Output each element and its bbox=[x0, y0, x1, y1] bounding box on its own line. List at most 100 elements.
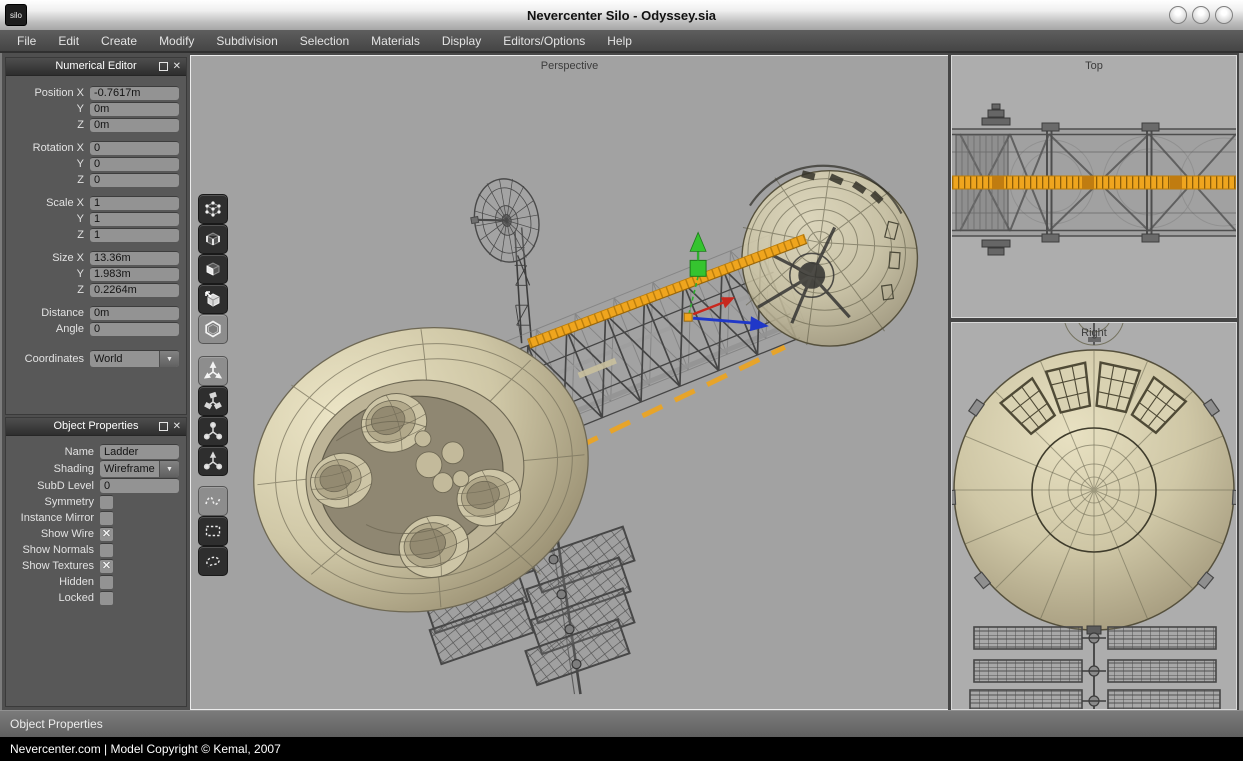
field-label: Y bbox=[10, 213, 90, 225]
size-z-field[interactable]: 0.2264m bbox=[90, 283, 179, 297]
field-label: Distance bbox=[10, 307, 90, 319]
window-title: Nevercenter Silo - Odyssey.sia bbox=[0, 8, 1243, 23]
multi-mode-button[interactable] bbox=[198, 284, 228, 314]
field-label: Name bbox=[10, 446, 100, 458]
size-y-field[interactable]: 1.983m bbox=[90, 267, 179, 281]
axis-y-arrow bbox=[690, 232, 706, 251]
field-label: Z bbox=[10, 229, 90, 241]
field-label: Position X bbox=[10, 87, 90, 99]
rotate-tool-button[interactable] bbox=[198, 386, 228, 416]
silo-app-window: silo Nevercenter Silo - Odyssey.sia File… bbox=[0, 0, 1243, 761]
paint-select-button[interactable] bbox=[198, 486, 228, 516]
top-viewport[interactable]: Top bbox=[951, 55, 1237, 318]
panel-maximize-icon[interactable] bbox=[159, 62, 168, 71]
menu-subdivision[interactable]: Subdivision bbox=[205, 34, 288, 48]
show-normals-checkbox[interactable] bbox=[100, 543, 113, 557]
window-button-2[interactable] bbox=[1192, 6, 1210, 24]
panel-close-icon[interactable]: ✕ bbox=[173, 422, 181, 432]
rotation-y-field[interactable]: 0 bbox=[90, 157, 179, 171]
field-label: Show Normals bbox=[10, 544, 100, 556]
object-properties-panel: Object Properties ✕ NameLadder Shading W… bbox=[5, 417, 187, 707]
solar-array-right-view bbox=[970, 627, 1220, 709]
hidden-checkbox[interactable] bbox=[100, 575, 113, 589]
face-mode-button[interactable] bbox=[198, 254, 228, 284]
window-button-1[interactable] bbox=[1169, 6, 1187, 24]
status-text: Object Properties bbox=[10, 717, 103, 731]
antenna-dish bbox=[465, 174, 545, 268]
object-properties-header[interactable]: Object Properties ✕ bbox=[6, 418, 186, 436]
status-bar: Object Properties bbox=[0, 710, 1243, 737]
numerical-editor-panel: Numerical Editor ✕ Position X-0.7617m Y0… bbox=[5, 57, 187, 415]
field-label: Locked bbox=[10, 592, 100, 604]
object-name-field[interactable]: Ladder bbox=[100, 444, 179, 459]
menu-edit[interactable]: Edit bbox=[47, 34, 90, 48]
field-label: Size X bbox=[10, 252, 90, 264]
menu-help[interactable]: Help bbox=[596, 34, 643, 48]
rotation-z-field[interactable]: 0 bbox=[90, 173, 179, 187]
manipulator-origin-handle bbox=[684, 313, 692, 321]
field-label: Rotation X bbox=[10, 142, 90, 154]
vertex-mode-button[interactable] bbox=[198, 194, 228, 224]
menu-create[interactable]: Create bbox=[90, 34, 148, 48]
position-y-field[interactable]: 0m bbox=[90, 102, 179, 116]
scale-z-field[interactable]: 1 bbox=[90, 228, 179, 242]
shading-dropdown[interactable]: Wireframe ▼ bbox=[100, 460, 179, 477]
field-label: Y bbox=[10, 103, 90, 115]
edge-mode-button[interactable] bbox=[198, 224, 228, 254]
field-label: Z bbox=[10, 284, 90, 296]
instance-mirror-checkbox[interactable] bbox=[100, 511, 113, 525]
title-bar: silo Nevercenter Silo - Odyssey.sia bbox=[0, 0, 1243, 31]
field-label: SubD Level bbox=[10, 480, 100, 492]
angle-field[interactable]: 0 bbox=[90, 322, 179, 336]
chevron-down-icon[interactable]: ▼ bbox=[159, 351, 179, 367]
panel-maximize-icon[interactable] bbox=[159, 422, 168, 431]
menu-materials[interactable]: Materials bbox=[360, 34, 431, 48]
copyright-bar: Nevercenter.com | Model Copyright © Kema… bbox=[0, 737, 1243, 761]
field-label: Scale X bbox=[10, 197, 90, 209]
menu-display[interactable]: Display bbox=[431, 34, 492, 48]
menu-bar: File Edit Create Modify Subdivision Sele… bbox=[0, 30, 1243, 53]
scale-y-field[interactable]: 1 bbox=[90, 212, 179, 226]
field-label: Y bbox=[10, 158, 90, 170]
position-z-field[interactable]: 0m bbox=[90, 118, 179, 132]
show-wire-checkbox[interactable]: ✕ bbox=[100, 527, 113, 541]
window-button-3[interactable] bbox=[1215, 6, 1233, 24]
move-tool-button[interactable] bbox=[198, 356, 228, 386]
axis-y-handle bbox=[690, 260, 706, 276]
universal-tool-button[interactable] bbox=[198, 446, 228, 476]
coordinates-label: Coordinates bbox=[10, 353, 90, 365]
symmetry-checkbox[interactable] bbox=[100, 495, 113, 509]
scale-tool-button[interactable] bbox=[198, 416, 228, 446]
panel-close-icon[interactable]: ✕ bbox=[173, 62, 181, 72]
subd-level-field[interactable]: 0 bbox=[100, 478, 179, 493]
position-x-field[interactable]: -0.7617m bbox=[90, 86, 179, 100]
menu-selection[interactable]: Selection bbox=[289, 34, 360, 48]
spacecraft-top-scene bbox=[952, 56, 1236, 317]
spacecraft-right-scene bbox=[952, 323, 1236, 709]
menu-modify[interactable]: Modify bbox=[148, 34, 205, 48]
perspective-viewport[interactable]: Perspective bbox=[190, 55, 948, 710]
field-label: Z bbox=[10, 174, 90, 186]
lasso-select-button[interactable] bbox=[198, 546, 228, 576]
field-label: Show Wire bbox=[10, 528, 100, 540]
right-viewport[interactable]: Right bbox=[951, 322, 1237, 710]
rotation-x-field[interactable]: 0 bbox=[90, 141, 179, 155]
coordinates-dropdown[interactable]: World ▼ bbox=[90, 350, 179, 367]
field-label: Angle bbox=[10, 323, 90, 335]
scale-x-field[interactable]: 1 bbox=[90, 196, 179, 210]
top-viewport-label: Top bbox=[952, 60, 1236, 72]
field-label: Show Textures bbox=[10, 560, 100, 572]
spacecraft-perspective-scene bbox=[191, 56, 948, 709]
menu-editors-options[interactable]: Editors/Options bbox=[492, 34, 596, 48]
coordinates-value: World bbox=[90, 351, 159, 367]
rect-select-button[interactable] bbox=[198, 516, 228, 546]
show-textures-checkbox[interactable]: ✕ bbox=[100, 559, 113, 573]
numerical-editor-header[interactable]: Numerical Editor ✕ bbox=[6, 58, 186, 76]
numerical-editor-title: Numerical Editor bbox=[55, 60, 136, 72]
size-x-field[interactable]: 13.36m bbox=[90, 251, 179, 265]
object-mode-button[interactable] bbox=[198, 314, 228, 344]
distance-field[interactable]: 0m bbox=[90, 306, 179, 320]
chevron-down-icon[interactable]: ▼ bbox=[159, 461, 179, 477]
menu-file[interactable]: File bbox=[6, 34, 47, 48]
locked-checkbox[interactable] bbox=[100, 591, 113, 605]
